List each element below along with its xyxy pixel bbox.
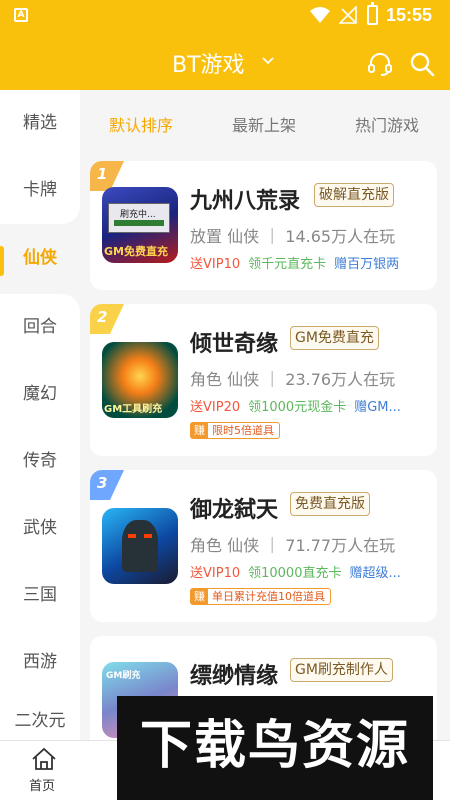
rank-number: 3 xyxy=(97,474,108,492)
page-title[interactable]: BT游戏 xyxy=(172,47,245,79)
category-item-active[interactable]: 仙侠 xyxy=(0,225,80,292)
perk-vip: 送VIP20 xyxy=(190,400,241,415)
game-meta: 角色 仙侠 ｜ 71.77万人在玩 xyxy=(190,536,396,555)
game-meta: 角色 仙侠 ｜ 23.76万人在玩 xyxy=(190,370,396,389)
thumb-caption: 刷充中... xyxy=(120,210,156,220)
game-meta: 放置 仙侠 ｜ 14.65万人在玩 xyxy=(190,227,396,246)
tab-popular[interactable]: 热门游戏 xyxy=(355,112,419,136)
perk-vip: 送VIP10 xyxy=(190,566,241,581)
search-icon[interactable] xyxy=(409,51,435,77)
perk-card: 领千元直充卡 xyxy=(248,257,327,272)
game-name: 御龙弑天 xyxy=(190,498,279,523)
category-item[interactable]: 传奇 xyxy=(0,428,80,495)
no-signal-icon xyxy=(339,6,357,24)
tab-default-sort[interactable]: 默认排序 xyxy=(109,112,173,136)
chevron-down-icon[interactable] xyxy=(262,56,274,66)
battery-icon xyxy=(367,2,378,25)
promo-text: 单日累计充值10倍道具 xyxy=(212,590,325,603)
game-tag: 免费直充版 xyxy=(290,492,370,516)
status-time: 15:55 xyxy=(386,5,433,25)
game-perks: 送VIP20 领1000元现金卡 赠GM... xyxy=(190,396,426,415)
game-tag: GM刷充制作人 xyxy=(290,658,393,682)
nav-home-label[interactable]: 首页 xyxy=(29,775,55,794)
game-tag: GM免费直充 xyxy=(290,326,379,350)
app-notification-icon: A xyxy=(14,8,28,22)
active-category-indicator xyxy=(0,246,4,276)
perk-gift: 赠百万银两 xyxy=(334,257,400,272)
thumb-banner: GM免费直充 xyxy=(104,245,168,258)
game-thumbnail: 刷充中... GM免费直充 xyxy=(102,187,178,263)
promo-badge: 赚限时5倍道具 xyxy=(190,422,280,439)
category-item[interactable]: 回合 xyxy=(0,294,80,361)
status-bar: A 15:55 xyxy=(0,0,450,32)
home-icon[interactable] xyxy=(31,747,57,771)
game-perks: 送VIP10 领10000直充卡 赠超级... xyxy=(190,562,426,581)
category-item[interactable]: 魔幻 xyxy=(0,361,80,428)
category-item[interactable]: 二次元 xyxy=(0,696,80,740)
category-item[interactable]: 精选 xyxy=(0,90,80,157)
game-perks: 送VIP10 领千元直充卡 赠百万银两 xyxy=(190,253,426,272)
app-header: A 15:55 BT游戏 xyxy=(0,0,450,90)
game-name: 缥缈情缘 xyxy=(190,664,279,689)
perk-gift: 赠GM... xyxy=(354,400,401,415)
sort-tabs: 默认排序 最新上架 热门游戏 xyxy=(80,90,450,154)
perk-vip: 送VIP10 xyxy=(190,257,241,272)
game-card[interactable]: 3 御龙弑天 免费直充版 角色 仙侠 ｜ 71.77万人在玩 送VIP10 领10… xyxy=(90,470,437,622)
rank-number: 1 xyxy=(97,165,108,183)
promo-badge: 赚单日累计充值10倍道具 xyxy=(190,588,331,605)
game-thumbnail: GM工具刷充 xyxy=(102,342,178,418)
game-name: 倾世奇缘 xyxy=(190,332,279,357)
category-item[interactable]: 西游 xyxy=(0,629,80,696)
promo-text: 限时5倍道具 xyxy=(212,424,274,437)
promo-icon: 赚 xyxy=(191,589,208,604)
game-card[interactable]: 1 刷充中... GM免费直充 九州八荒录 破解直充版 放置 仙侠 ｜ 14.6… xyxy=(90,161,437,290)
game-card[interactable]: 2 GM工具刷充 倾世奇缘 GM免费直充 角色 仙侠 ｜ 23.76万人在玩 送… xyxy=(90,304,437,456)
headset-icon[interactable] xyxy=(367,51,393,77)
category-item[interactable]: 武侠 xyxy=(0,495,80,562)
perk-gift: 赠超级... xyxy=(349,566,401,581)
category-sidebar: 精选 卡牌 仙侠 回合 魔幻 传奇 武侠 三国 西游 二次元 xyxy=(0,90,80,740)
tab-newest[interactable]: 最新上架 xyxy=(232,112,296,136)
perk-card: 领1000元现金卡 xyxy=(248,400,347,415)
thumb-banner: GM工具刷充 xyxy=(104,404,163,415)
perk-card: 领10000直充卡 xyxy=(248,566,342,581)
wifi-icon xyxy=(310,7,330,23)
rank-number: 2 xyxy=(97,308,108,326)
category-item[interactable]: 卡牌 xyxy=(0,157,80,224)
thumb-caption: GM刷充 xyxy=(106,671,141,681)
promo-icon: 赚 xyxy=(191,423,208,438)
game-name: 九州八荒录 xyxy=(190,189,301,214)
category-item[interactable]: 三国 xyxy=(0,562,80,629)
game-tag: 破解直充版 xyxy=(314,183,394,207)
watermark-overlay: 下载鸟资源 xyxy=(117,696,433,800)
game-thumbnail xyxy=(102,508,178,584)
